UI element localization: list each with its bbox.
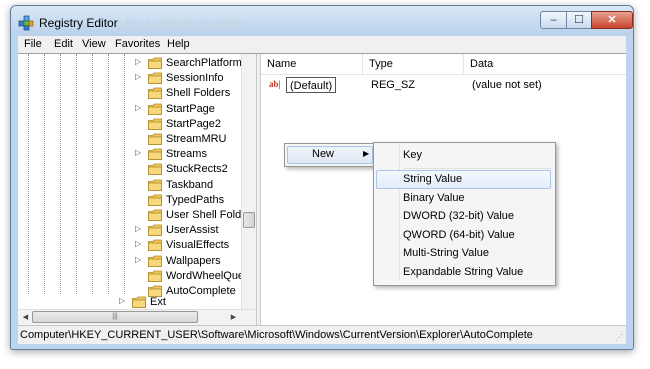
window-title: Registry Editor Hust Vatsrgerappelstri bbox=[39, 16, 244, 30]
context-menu: New ▶ bbox=[284, 143, 376, 167]
menu-bar: File Edit View Favorites Help bbox=[18, 36, 626, 53]
submenu-item-expandable-string-value[interactable]: Expandable String Value bbox=[376, 263, 551, 282]
expand-arrow-icon[interactable]: ▷ bbox=[135, 255, 145, 264]
submenu-item-qword-value[interactable]: QWORD (64-bit) Value bbox=[376, 226, 551, 245]
tree-node-label: UserAssist bbox=[166, 224, 219, 237]
column-name[interactable]: Name bbox=[261, 54, 363, 74]
tree-node-label: SessionInfo bbox=[166, 72, 224, 85]
tree-node-label: TypedPaths bbox=[166, 193, 225, 206]
expand-arrow-icon[interactable]: ▷ bbox=[119, 296, 129, 305]
folder-icon bbox=[148, 194, 162, 206]
folder-icon bbox=[148, 118, 162, 130]
submenu-item-label: Expandable String Value bbox=[403, 266, 524, 278]
tree-node-label: StreamMRU bbox=[166, 133, 227, 145]
folder-icon bbox=[132, 296, 146, 308]
minimize-button[interactable]: – bbox=[540, 11, 567, 29]
tree-guide-line bbox=[76, 54, 77, 294]
menu-help[interactable]: Help bbox=[167, 38, 190, 50]
folder-icon bbox=[148, 179, 162, 191]
tree-node-label: SearchPlatform bbox=[166, 57, 242, 69]
tree-guide-line bbox=[124, 54, 125, 294]
tree-node-label: StartPage bbox=[166, 102, 215, 115]
scroll-right-icon[interactable]: ▶ bbox=[226, 310, 241, 325]
maximize-button[interactable]: ☐ bbox=[566, 11, 592, 29]
resize-grip-icon[interactable]: ⋰ bbox=[615, 333, 625, 343]
tree-node-label: Ext bbox=[150, 296, 166, 308]
tree-node-label: StartPage2 bbox=[166, 117, 222, 130]
submenu-item-label: String Value bbox=[403, 173, 463, 185]
folder-icon bbox=[148, 239, 162, 252]
folder-icon bbox=[148, 224, 162, 237]
submenu-item-label: Multi-String Value bbox=[403, 247, 489, 259]
scroll-left-icon[interactable]: ◀ bbox=[18, 310, 33, 325]
context-menu-item-new-label: New bbox=[312, 148, 335, 160]
close-button[interactable]: ✕ bbox=[591, 11, 633, 29]
status-bar: Computer\HKEY_CURRENT_USER\Software\Micr… bbox=[18, 325, 626, 344]
tree-horizontal-scrollbar[interactable]: ◀ ||| ▶ bbox=[18, 309, 256, 325]
menu-favorites[interactable]: Favorites bbox=[115, 38, 160, 50]
column-header: Name Type Data bbox=[261, 54, 626, 75]
folder-icon bbox=[148, 270, 162, 282]
folder-icon bbox=[148, 87, 162, 100]
tree-node-label: StuckRects2 bbox=[166, 163, 228, 176]
tree-guide-line bbox=[92, 54, 93, 294]
list-row[interactable]: ab| (Default) REG_SZ (value not set) bbox=[261, 76, 626, 94]
submenu-item-label: DWORD (32-bit) Value bbox=[403, 210, 515, 222]
expand-arrow-icon[interactable]: ▷ bbox=[135, 224, 145, 233]
menu-separator bbox=[403, 168, 551, 169]
submenu-item-multi-string-value[interactable]: Multi-String Value bbox=[376, 244, 551, 263]
new-submenu: Key String Value Binary Value DWORD (32-… bbox=[373, 142, 556, 286]
tree-guide-line bbox=[28, 54, 29, 294]
ab-string-value-icon: ab| bbox=[269, 79, 281, 89]
menu-view[interactable]: View bbox=[82, 38, 106, 50]
column-type[interactable]: Type bbox=[363, 54, 464, 74]
folder-icon bbox=[148, 57, 162, 69]
menu-edit[interactable]: Edit bbox=[54, 38, 73, 50]
registry-editor-icon bbox=[18, 15, 34, 31]
submenu-item-key[interactable]: Key bbox=[376, 146, 551, 165]
registry-tree[interactable]: ▷ SearchPlatform ▷ SessionInfo Shell Folders… bbox=[18, 54, 256, 309]
tree-node-label: AutoComplete bbox=[166, 285, 236, 297]
submenu-item-label: Key bbox=[403, 149, 422, 161]
submenu-item-string-value[interactable]: String Value bbox=[376, 170, 551, 189]
folder-icon bbox=[148, 103, 162, 115]
expand-arrow-icon[interactable]: ▷ bbox=[135, 72, 145, 81]
submenu-item-binary-value[interactable]: Binary Value bbox=[376, 189, 551, 208]
folder-icon bbox=[148, 209, 162, 221]
folder-icon bbox=[148, 255, 162, 267]
folder-icon bbox=[148, 133, 162, 145]
tree-guide-line bbox=[108, 54, 109, 294]
scrollbar-thumb[interactable]: ||| bbox=[32, 311, 198, 323]
menu-file[interactable]: File bbox=[24, 38, 42, 50]
expand-arrow-icon[interactable]: ▷ bbox=[135, 103, 145, 112]
tree-node-label: Shell Folders bbox=[166, 87, 231, 100]
window-title-text: Registry Editor bbox=[39, 16, 118, 30]
tree-node-label: Wallpapers bbox=[166, 254, 221, 267]
scrollbar-thumb[interactable] bbox=[243, 212, 255, 228]
tree-vertical-scrollbar[interactable] bbox=[241, 54, 256, 309]
folder-icon bbox=[148, 72, 162, 85]
submenu-arrow-icon: ▶ bbox=[363, 149, 370, 158]
value-data: (value not set) bbox=[472, 79, 542, 91]
value-type: REG_SZ bbox=[371, 79, 416, 91]
column-data[interactable]: Data bbox=[464, 54, 626, 74]
tree-guide-line bbox=[60, 54, 61, 294]
expand-arrow-icon[interactable]: ▷ bbox=[135, 148, 145, 157]
folder-icon bbox=[148, 148, 162, 161]
submenu-item-dword-value[interactable]: DWORD (32-bit) Value bbox=[376, 207, 551, 226]
tree-node-label: VisualEffects bbox=[166, 239, 230, 252]
value-name-edit-field[interactable]: (Default) bbox=[286, 77, 337, 93]
submenu-item-label: Binary Value bbox=[403, 192, 465, 204]
title-bar[interactable]: Registry Editor Hust Vatsrgerappelstri – … bbox=[11, 6, 633, 36]
tree-node-label: Streams bbox=[166, 148, 207, 161]
folder-icon bbox=[148, 163, 162, 176]
tree-guide-line bbox=[44, 54, 45, 294]
expand-arrow-icon[interactable]: ▷ bbox=[135, 239, 145, 248]
submenu-item-label: QWORD (64-bit) Value bbox=[403, 229, 515, 241]
expand-arrow-icon[interactable]: ▷ bbox=[135, 57, 145, 66]
status-path: Computer\HKEY_CURRENT_USER\Software\Micr… bbox=[20, 329, 533, 341]
tree-node-label: Taskband bbox=[166, 178, 214, 191]
window-title-ghost: Hust Vatsrgerappelstri bbox=[125, 16, 244, 30]
